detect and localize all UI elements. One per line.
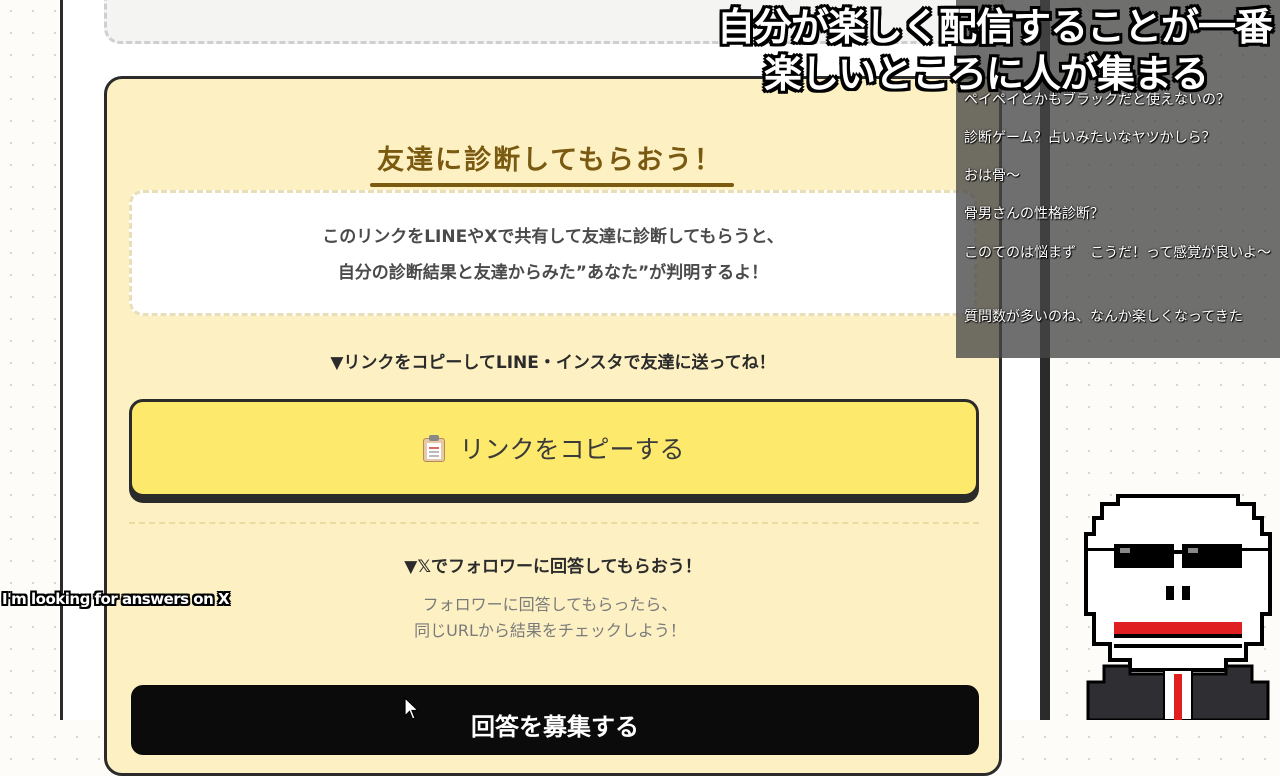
chat-message: このてのは悩まず こうだ！って感覚が良いよ～ — [964, 245, 1272, 261]
stream-caption-line-1: 自分が楽しく配信することが一番 — [716, 5, 1273, 49]
title-underline — [370, 183, 734, 187]
explanation-line-2: 自分の診断結果と友達からみた”あなた”が判明するよ！ — [337, 263, 769, 283]
chat-message: 骨男さんの性格診断？ — [964, 206, 1104, 222]
skeleton-avatar — [1084, 494, 1272, 720]
mouse-cursor-icon — [404, 697, 420, 720]
copy-link-button[interactable]: リンクをコピーする — [129, 399, 979, 497]
x-recruit-button[interactable]: 回答を募集する — [131, 685, 979, 755]
x-note-line-2: 同じURLから結果をチェックしよう！ — [414, 621, 686, 640]
english-subtitle: I'm looking for answers on X — [2, 590, 230, 608]
explanation-line-1: このリンクをLINEやXで共有して友達に診断してもらうと、 — [322, 227, 784, 247]
chat-message: 質問数が多いのね、なんか楽しくなってきた — [964, 309, 1243, 325]
chat-message: 診断ゲーム？占いみたいなヤツかしら？ — [964, 130, 1216, 146]
stream-caption-line-2: 楽しいところに人が集まる — [763, 52, 1209, 96]
copy-link-button-label: リンクをコピーする — [459, 435, 685, 464]
copy-instruction: ▼リンクをコピーしてLINE・インスタで友達に送ってね！ — [330, 353, 776, 373]
x-recruit-button-label: 回答を募集する — [471, 713, 639, 741]
share-card-title: 友達に診断してもらおう！ — [377, 145, 723, 176]
share-explanation-box: このリンクをLINEやXで共有して友達に診断してもらうと、 自分の診断結果と友達… — [129, 190, 977, 316]
chat-message: おは骨～ — [964, 168, 1020, 184]
section-divider — [129, 522, 979, 524]
clipboard-icon — [423, 434, 446, 462]
x-instruction: ▼𝕏でフォロワーに回答してもらおう！ — [404, 557, 702, 577]
